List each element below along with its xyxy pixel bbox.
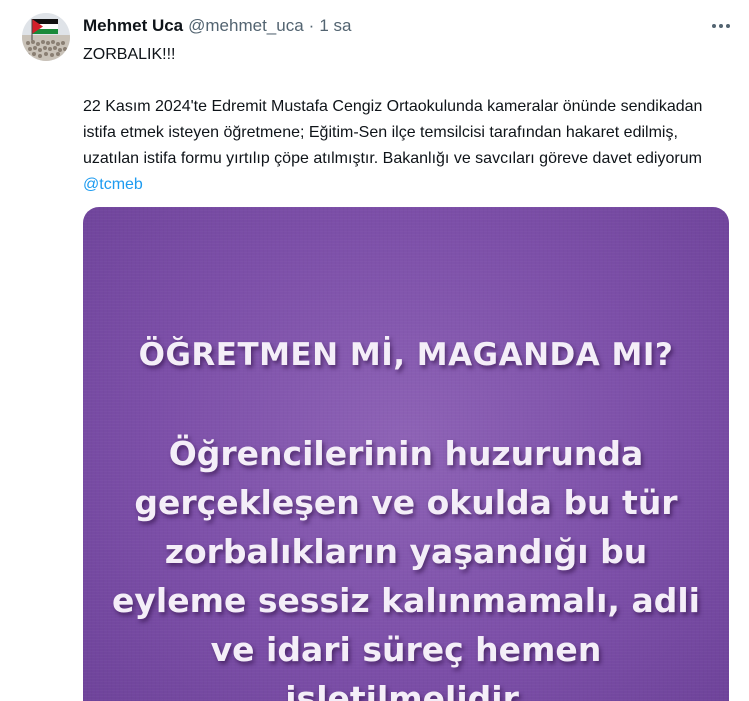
- author-handle[interactable]: @mehmet_uca: [188, 12, 304, 40]
- media-heading: ÖĞRETMEN Mİ, MAGANDA MI?: [138, 337, 674, 373]
- tweet-media-image[interactable]: ÖĞRETMEN Mİ, MAGANDA MI? Öğrencilerinin …: [83, 207, 729, 701]
- separator-dot: ·: [308, 16, 315, 35]
- tweet-content: Mehmet Uca @mehmet_uca · 1 sa ZORBALIK!!…: [83, 12, 733, 198]
- author-name[interactable]: Mehmet Uca: [83, 12, 183, 40]
- mention-link[interactable]: @tcmeb: [83, 176, 143, 193]
- tweet-text-title: ZORBALIK!!!: [83, 46, 176, 63]
- media-body-text: Öğrencilerinin huzurunda gerçekleşen ve …: [112, 434, 700, 701]
- tweet-header: Mehmet Uca @mehmet_uca · 1 sa: [83, 12, 733, 40]
- more-horizontal-icon[interactable]: [709, 16, 733, 36]
- avatar[interactable]: [22, 13, 70, 61]
- more-dot: [712, 24, 716, 28]
- tweet-text-body-content: 22 Kasım 2024'te Edremit Mustafa Cengiz …: [83, 98, 703, 167]
- tweet-timestamp[interactable]: 1 sa: [319, 12, 351, 40]
- tweet-text: ZORBALIK!!! 22 Kasım 2024'te Edremit Mus…: [83, 42, 733, 198]
- avatar-image: [22, 13, 70, 61]
- more-dot: [719, 24, 723, 28]
- tweet[interactable]: Mehmet Uca @mehmet_uca · 1 sa ZORBALIK!!…: [0, 0, 749, 701]
- more-dot: [726, 24, 730, 28]
- tweet-text-body: 22 Kasım 2024'te Edremit Mustafa Cengiz …: [83, 94, 733, 198]
